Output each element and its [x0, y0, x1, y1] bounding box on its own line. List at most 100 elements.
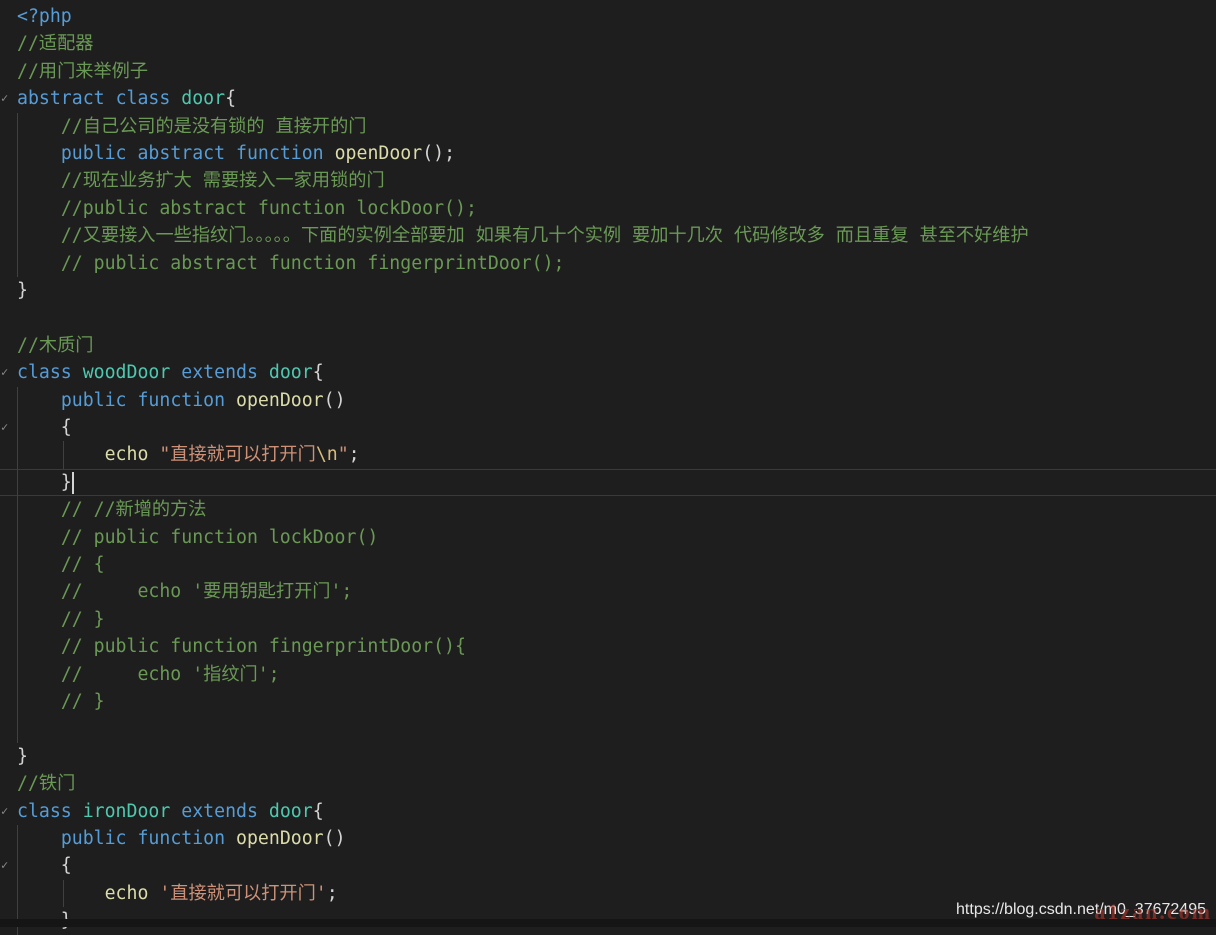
code-line[interactable]: // }: [0, 606, 1216, 633]
code-text: echo "直接就可以打开门\n";: [17, 441, 360, 468]
code-token: function: [137, 389, 237, 411]
code-line[interactable]: //适配器: [0, 30, 1216, 57]
code-text: {: [17, 852, 72, 879]
code-line[interactable]: ✓ class woodDoor extends door{: [0, 359, 1216, 386]
code-line[interactable]: echo "直接就可以打开门\n";: [0, 441, 1216, 468]
code-token: // {: [60, 554, 105, 575]
code-line[interactable]: //现在业务扩大 需要接入一家用锁的门: [0, 167, 1216, 194]
code-line[interactable]: public function openDoor(): [0, 387, 1216, 414]
code-token: woodDoor: [82, 362, 182, 384]
code-text: class woodDoor extends door{: [17, 359, 324, 386]
code-line[interactable]: // //新增的方法: [0, 496, 1216, 523]
code-token: //用门来举例子: [17, 60, 149, 82]
code-token: extends: [181, 800, 269, 822]
code-token: abstract: [17, 88, 116, 110]
code-line[interactable]: // echo '指纹门';: [0, 661, 1216, 688]
code-line[interactable]: ✓ abstract class door{: [0, 85, 1216, 112]
code-token: // }: [60, 691, 105, 712]
code-line[interactable]: //木质门: [0, 332, 1216, 359]
code-line[interactable]: ✓ {: [0, 852, 1216, 879]
code-text: // echo '要用钥匙打开门';: [17, 578, 353, 605]
code-token: {: [312, 362, 324, 384]
code-token: // echo '要用钥匙打开门';: [60, 581, 353, 603]
code-token: {: [312, 800, 324, 822]
code-token: // public function fingerprintDoor(){: [60, 636, 466, 658]
code-token: (): [323, 389, 346, 411]
code-text: // }: [17, 606, 105, 633]
code-line[interactable]: [0, 715, 1216, 742]
code-text: <?php: [17, 3, 72, 30]
code-text: // }: [17, 688, 105, 715]
code-token: door: [268, 800, 313, 822]
code-line[interactable]: }: [0, 743, 1216, 770]
code-line[interactable]: // public abstract function fingerprintD…: [0, 250, 1216, 277]
fold-toggle-icon[interactable]: ✓: [1, 798, 13, 825]
indent-guide: [63, 879, 64, 908]
code-text: //自己公司的是没有锁的 直接开的门: [17, 113, 367, 140]
code-line[interactable]: }: [0, 469, 1216, 496]
indent-guide: [17, 386, 18, 743]
code-token: \n: [315, 444, 338, 466]
fold-toggle-icon[interactable]: ✓: [1, 852, 13, 879]
code-token: //又要接入一些指纹门。。。。。下面的实例全部要加 如果有几十个实例 要加十几次…: [60, 225, 1029, 247]
code-text: // {: [17, 551, 105, 578]
fold-toggle-icon[interactable]: ✓: [1, 414, 13, 441]
code-token: //现在业务扩大 需要接入一家用锁的门: [60, 170, 385, 192]
code-line[interactable]: // public function lockDoor(): [0, 524, 1216, 551]
code-token: }: [17, 471, 72, 493]
code-text: // //新增的方法: [17, 496, 207, 523]
code-text: //用门来举例子: [17, 58, 148, 85]
indent-guide: [63, 441, 64, 469]
code-token: ironDoor: [82, 800, 182, 822]
code-line[interactable]: // {: [0, 551, 1216, 578]
code-text: echo '直接就可以打开门';: [17, 880, 338, 907]
code-line[interactable]: ✓ {: [0, 414, 1216, 441]
code-token: ;: [326, 882, 338, 904]
code-line[interactable]: // public function fingerprintDoor(){: [0, 633, 1216, 660]
code-token: openDoor: [236, 389, 324, 411]
code-text: {: [17, 414, 72, 441]
code-line[interactable]: //public abstract function lockDoor();: [0, 195, 1216, 222]
code-text: //现在业务扩大 需要接入一家用锁的门: [17, 167, 385, 194]
code-text: abstract class door{: [17, 85, 236, 112]
code-line[interactable]: //铁门: [0, 770, 1216, 797]
code-line[interactable]: ✓ class ironDoor extends door{: [0, 798, 1216, 825]
code-line[interactable]: // }: [0, 688, 1216, 715]
code-line[interactable]: public abstract function openDoor();: [0, 140, 1216, 167]
code-token: // }: [60, 608, 105, 630]
code-line[interactable]: //又要接入一些指纹门。。。。。下面的实例全部要加 如果有几十个实例 要加十几次…: [0, 222, 1216, 249]
code-line[interactable]: //用门来举例子: [0, 58, 1216, 85]
code-text: //又要接入一些指纹门。。。。。下面的实例全部要加 如果有几十个实例 要加十几次…: [17, 222, 1029, 249]
code-line[interactable]: public function openDoor(): [0, 825, 1216, 852]
code-line[interactable]: <?php: [0, 3, 1216, 30]
code-text: class ironDoor extends door{: [17, 798, 324, 825]
code-token: public: [60, 143, 138, 164]
code-line[interactable]: // echo '要用钥匙打开门';: [0, 578, 1216, 605]
code-text: }: [17, 469, 72, 496]
code-token: //自己公司的是没有锁的 直接开的门: [60, 115, 367, 137]
code-token: //铁门: [17, 773, 76, 795]
code-line[interactable]: [0, 304, 1216, 331]
code-token: {: [17, 855, 72, 877]
code-token: echo: [104, 882, 160, 904]
fold-toggle-icon[interactable]: ✓: [1, 359, 13, 386]
code-editor[interactable]: <?php//适配器//用门来举例子 ✓ abstract class door{ …: [0, 0, 1216, 935]
code-token: (): [323, 828, 346, 849]
code-line[interactable]: }: [0, 277, 1216, 304]
code-token: {: [17, 417, 72, 438]
code-token: abstract: [137, 143, 237, 164]
code-token: //适配器: [17, 33, 94, 55]
fold-toggle-icon[interactable]: ✓: [1, 85, 13, 112]
code-line[interactable]: //自己公司的是没有锁的 直接开的门: [0, 113, 1216, 140]
